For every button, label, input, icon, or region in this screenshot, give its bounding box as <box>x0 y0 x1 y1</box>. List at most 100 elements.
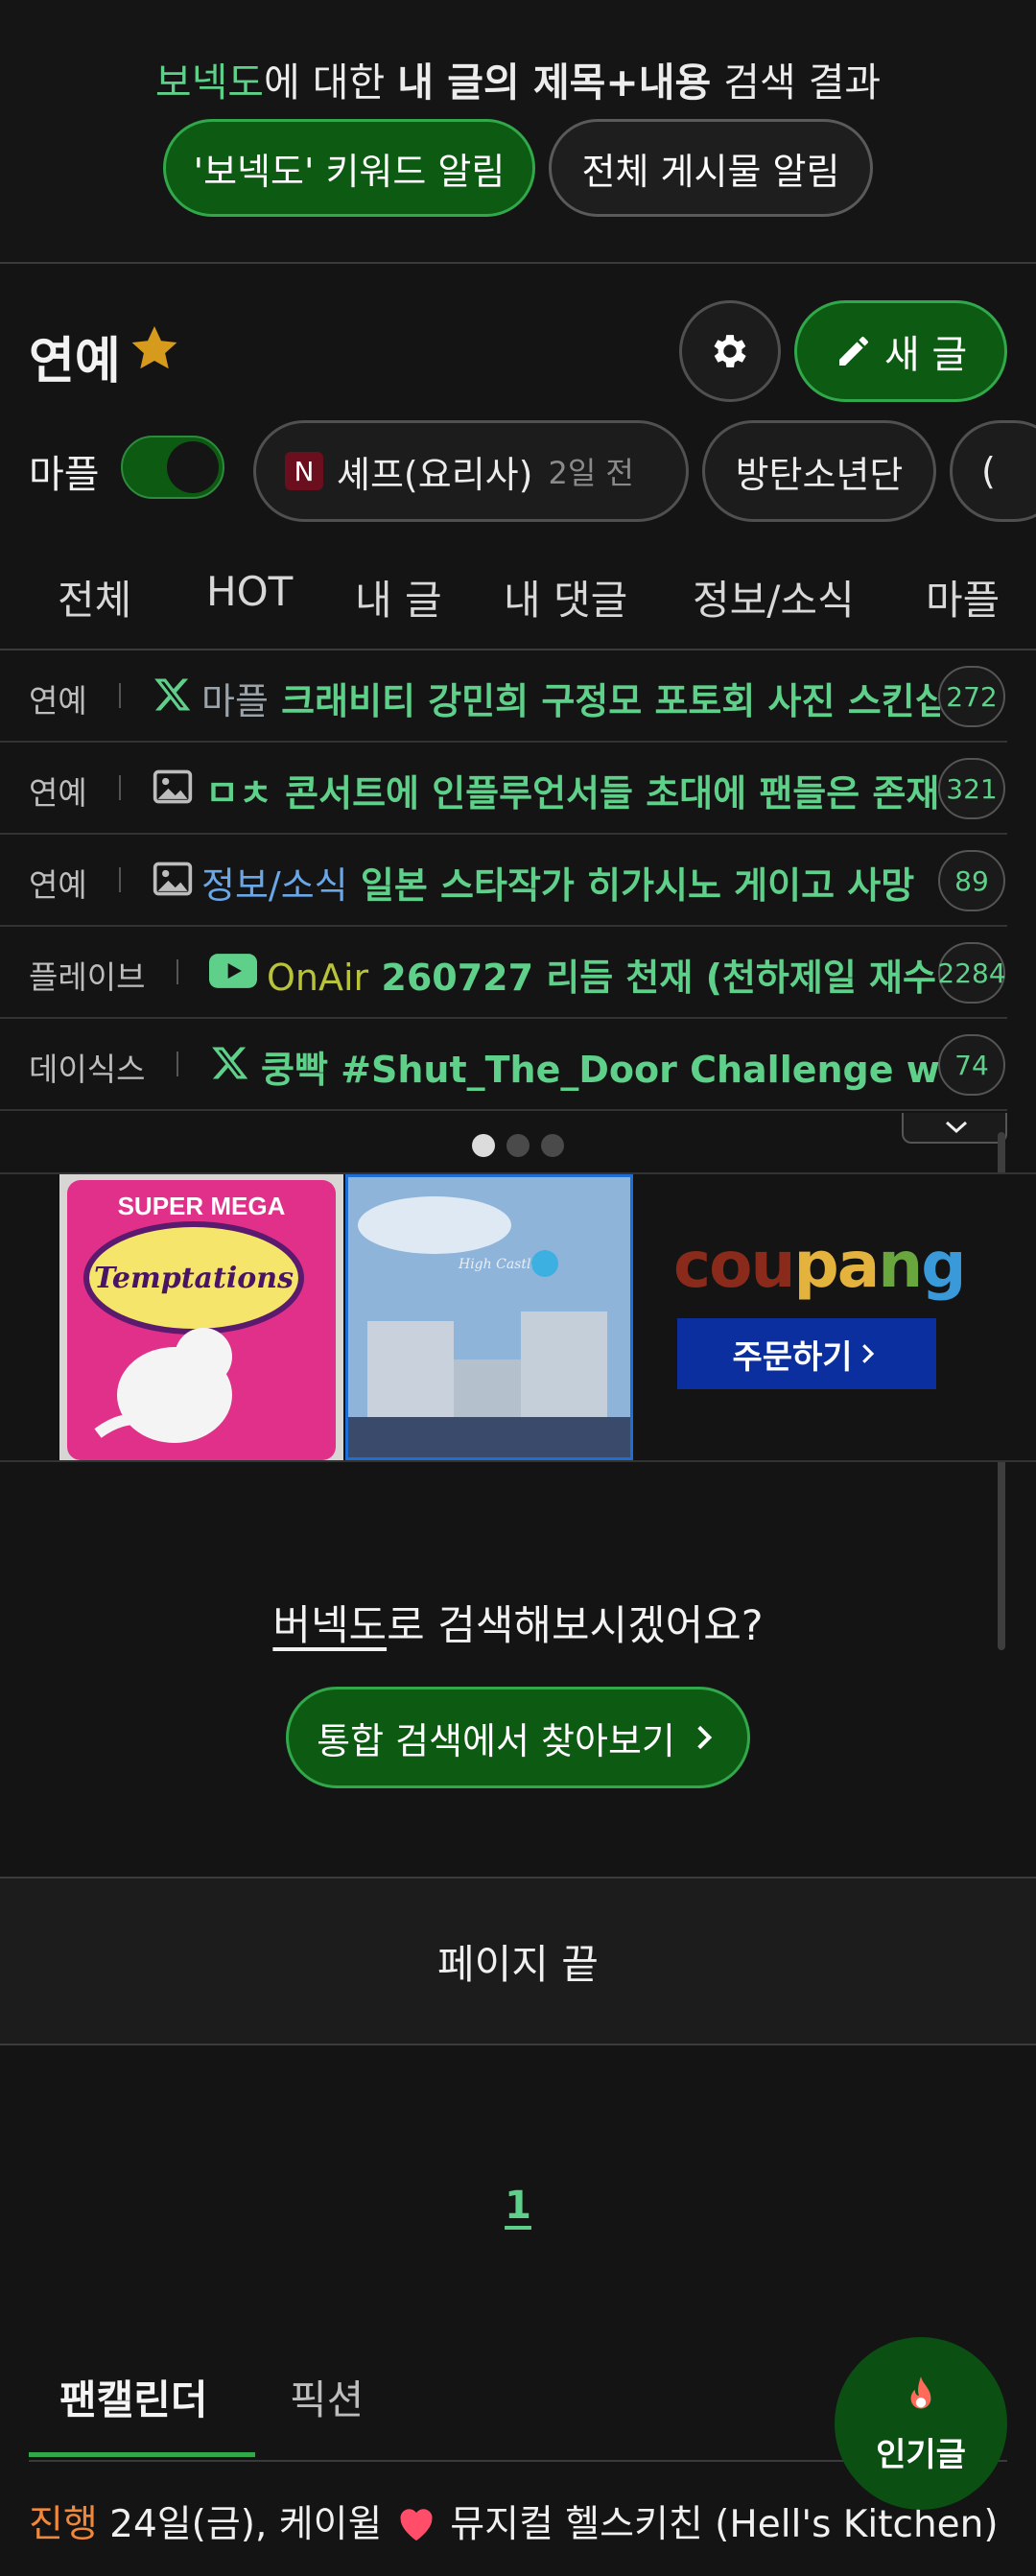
page-end: 페이지 끝 <box>0 1877 1036 2045</box>
integrated-search-label: 통합 검색에서 찾아보기 <box>317 1719 675 1762</box>
active-tab-indicator <box>29 2452 255 2457</box>
new-post-button[interactable]: 새 글 <box>794 300 1007 402</box>
post-prefix: OnAir <box>267 957 369 999</box>
chip-bts[interactable]: 방탄소년단 <box>702 420 936 522</box>
x-icon <box>154 678 191 711</box>
search-title: 보넥도에 대한 내 글의 제목+내용 검색 결과 <box>0 50 1036 107</box>
post-row[interactable]: 연예 정보/소식 일본 스타작가 히가시노 게이고 사망 89 <box>0 835 1007 927</box>
mapl-toggle[interactable] <box>121 436 224 499</box>
post-category: 데이식스 <box>29 1051 146 1088</box>
separator <box>119 775 121 800</box>
calendar-text-a: 24일(금), 케이윌 <box>97 2503 394 2546</box>
ad-product-brand: Temptations <box>94 1262 294 1295</box>
suggest-text: 버넥도로 검색해보시겠어요? <box>0 1593 1036 1652</box>
tab-all[interactable]: 전체 <box>58 568 131 626</box>
carousel-dots <box>0 1121 1036 1172</box>
chevron-right-icon <box>697 1725 713 1750</box>
chip-label: ( <box>981 450 996 492</box>
tab-my-posts[interactable]: 내 글 <box>355 568 442 626</box>
calendar-status: 진행 <box>29 2503 98 2546</box>
image-icon <box>153 862 193 896</box>
mapl-label: 마플 <box>29 453 100 497</box>
tab-mapl[interactable]: 마플 <box>926 568 1000 626</box>
popular-posts-button[interactable]: 인기글 <box>835 2337 1007 2510</box>
post-row[interactable]: 연예 마플 크래비티 강민희 구정모 포토회 사진 스킨십 272 <box>0 650 1007 743</box>
post-row[interactable]: 연예 ㅁㅊ 콘서트에 인플루언서들 초대에 팬들은 존재 321 <box>0 743 1007 835</box>
post-title-text: 쿵빡 #Shut_The_Door Challenge with D <box>261 1049 940 1091</box>
new-badge: N <box>285 452 323 490</box>
tab-fiction[interactable]: 픽션 <box>290 2368 364 2426</box>
dot[interactable] <box>541 1134 564 1157</box>
dot[interactable] <box>506 1134 530 1157</box>
popular-label: 인기글 <box>876 2435 966 2474</box>
pencil-icon <box>838 337 868 366</box>
post-row[interactable]: 데이식스 쿵빡 #Shut_The_Door Challenge with D … <box>0 1019 1007 1111</box>
search-title-end: 검색 결과 <box>711 59 882 106</box>
x-icon <box>212 1047 248 1079</box>
tab-news[interactable]: 정보/소식 <box>693 568 855 626</box>
fire-icon <box>910 2375 931 2408</box>
chip-chef[interactable]: N 셰프(요리사) 2일 전 <box>253 420 689 522</box>
ad-hotel-text: High Castle <box>458 1257 539 1272</box>
youtube-icon <box>209 954 257 988</box>
image-icon <box>153 769 193 804</box>
comment-count[interactable]: 74 <box>938 1034 1005 1096</box>
post-category: 플레이브 <box>29 958 146 996</box>
chip-label: 방탄소년단 <box>735 453 904 496</box>
gear-icon <box>714 335 746 367</box>
calendar-item[interactable]: 진행 24일(금), 케이윌 뮤지컬 헬스키친 (Hell's Kitchen)… <box>29 2494 1007 2548</box>
comment-count[interactable]: 89 <box>938 850 1005 911</box>
post-prefix: 마플 <box>201 680 269 722</box>
post-title-text: 260727 리듬 천재 (천하제일 재수 중 <box>381 957 940 999</box>
separator <box>119 867 121 892</box>
suggest-text-rest: 로 검색해보시겠어요? <box>387 1602 764 1650</box>
comment-count[interactable]: 2284 <box>937 942 1006 1004</box>
post-row[interactable]: 플레이브 OnAir 260727 리듬 천재 (천하제일 재수 중 2284 <box>0 927 1007 1019</box>
post-title-text: 일본 스타작가 히가시노 게이고 사망 <box>360 864 915 907</box>
chevron-down-icon <box>945 1121 968 1134</box>
separator <box>177 959 178 984</box>
post-category: 연예 <box>29 774 87 812</box>
settings-button[interactable] <box>679 300 781 402</box>
ad-product-text: SUPER MEGA <box>118 1192 286 1220</box>
star-icon[interactable] <box>127 320 182 376</box>
order-label: 주문하기 <box>732 1337 853 1377</box>
post-title: 마플 크래비티 강민희 구정모 포토회 사진 스킨십 <box>201 672 940 724</box>
order-button[interactable]: 주문하기 <box>677 1318 936 1389</box>
keyword-alert-button[interactable]: '보넥도' 키워드 알림 <box>163 119 535 217</box>
post-title-text: 크래비티 강민희 구정모 포토회 사진 스킨십 <box>281 680 940 722</box>
page-number-link[interactable]: 1 <box>0 2184 1036 2228</box>
comment-count[interactable]: 272 <box>938 666 1005 727</box>
integrated-search-button[interactable]: 통합 검색에서 찾아보기 <box>286 1687 750 1788</box>
tab-fan-calendar[interactable]: 팬캘린더 <box>59 2368 208 2426</box>
post-title: OnAir 260727 리듬 천재 (천하제일 재수 중 <box>267 948 940 1001</box>
ad-product-image[interactable]: SUPER MEGA Temptations <box>59 1174 343 1460</box>
chip-next[interactable]: ( <box>950 420 1036 522</box>
post-category: 연예 <box>29 866 87 904</box>
comment-count[interactable]: 321 <box>938 758 1005 819</box>
ad-hotel-image[interactable]: High Castle <box>345 1174 633 1460</box>
chip-time: 2일 전 <box>548 455 634 491</box>
separator <box>177 1052 178 1076</box>
coupang-logo[interactable]: coupang <box>673 1228 966 1302</box>
post-title-text: ㅁㅊ 콘서트에 인플루언서들 초대에 팬들은 존재 <box>205 772 940 815</box>
toggle-knob <box>167 441 219 493</box>
chip-label: 셰프(요리사) <box>337 453 533 496</box>
board-title: 연예 <box>29 333 121 390</box>
dot-active[interactable] <box>472 1134 495 1157</box>
post-prefix: 정보/소식 <box>201 864 348 907</box>
all-posts-alert-button[interactable]: 전체 게시물 알림 <box>549 119 873 217</box>
post-title: ㅁㅊ 콘서트에 인플루언서들 초대에 팬들은 존재 <box>205 764 940 816</box>
heart-icon <box>400 2509 433 2541</box>
tab-my-comments[interactable]: 내 댓글 <box>504 568 627 626</box>
post-category: 연예 <box>29 682 87 720</box>
suggest-keyword[interactable]: 버넥도 <box>272 1602 387 1650</box>
tab-hot[interactable]: HOT <box>206 568 293 615</box>
separator <box>119 683 121 708</box>
search-keyword: 보넥도 <box>154 59 265 106</box>
search-scope: 내 글의 제목+내용 <box>397 59 712 106</box>
chevron-right-icon <box>861 1344 874 1363</box>
search-title-mid: 에 대한 <box>264 59 398 106</box>
new-post-label: 새 글 <box>883 333 968 377</box>
collapse-button[interactable] <box>902 1113 1007 1144</box>
